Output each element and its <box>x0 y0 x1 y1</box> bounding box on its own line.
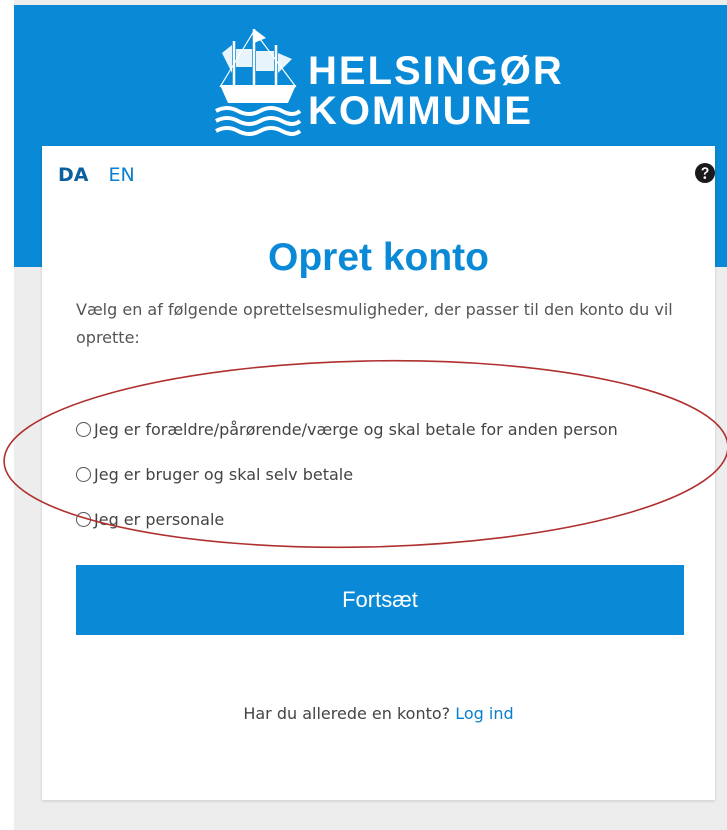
account-type-options: Jeg er forældre/pårørende/værge og skal … <box>76 412 706 547</box>
radio-button[interactable] <box>76 467 91 482</box>
page-title: Opret konto <box>268 236 489 279</box>
option-label: Jeg er forældre/pårørende/værge og skal … <box>94 420 618 439</box>
language-option-da[interactable]: DA <box>58 164 88 186</box>
login-prompt: Har du allerede en konto? Log ind <box>42 704 715 723</box>
account-type-option-staff[interactable]: Jeg er personale <box>76 502 706 537</box>
radio-button[interactable] <box>76 512 91 527</box>
radio-button[interactable] <box>76 422 91 437</box>
option-label: Jeg er personale <box>94 510 225 529</box>
login-link[interactable]: Log ind <box>455 704 513 723</box>
create-account-card: DA EN Opret konto Vælg en af følgende op… <box>42 146 715 800</box>
language-switcher: DA EN <box>58 164 135 186</box>
municipality-name-line-2: KOMMUNE <box>308 89 534 133</box>
ship-emblem-icon <box>215 29 302 136</box>
municipality-logo[interactable]: HELSINGØR KOMMUNE <box>214 23 594 143</box>
language-option-en[interactable]: EN <box>109 164 135 186</box>
help-circle-icon[interactable] <box>694 162 716 184</box>
municipality-name: HELSINGØR KOMMUNE <box>308 51 564 131</box>
account-type-option-guardian[interactable]: Jeg er forældre/pårørende/værge og skal … <box>76 412 706 447</box>
account-type-option-user[interactable]: Jeg er bruger og skal selv betale <box>76 457 706 492</box>
option-label: Jeg er bruger og skal selv betale <box>94 465 354 484</box>
continue-button[interactable]: Fortsæt <box>76 565 684 635</box>
intro-text: Vælg en af følgende oprettelsesmulighede… <box>76 300 673 347</box>
municipality-name-line-1: HELSINGØR <box>308 49 564 93</box>
login-prompt-text: Har du allerede en konto? <box>243 704 451 723</box>
